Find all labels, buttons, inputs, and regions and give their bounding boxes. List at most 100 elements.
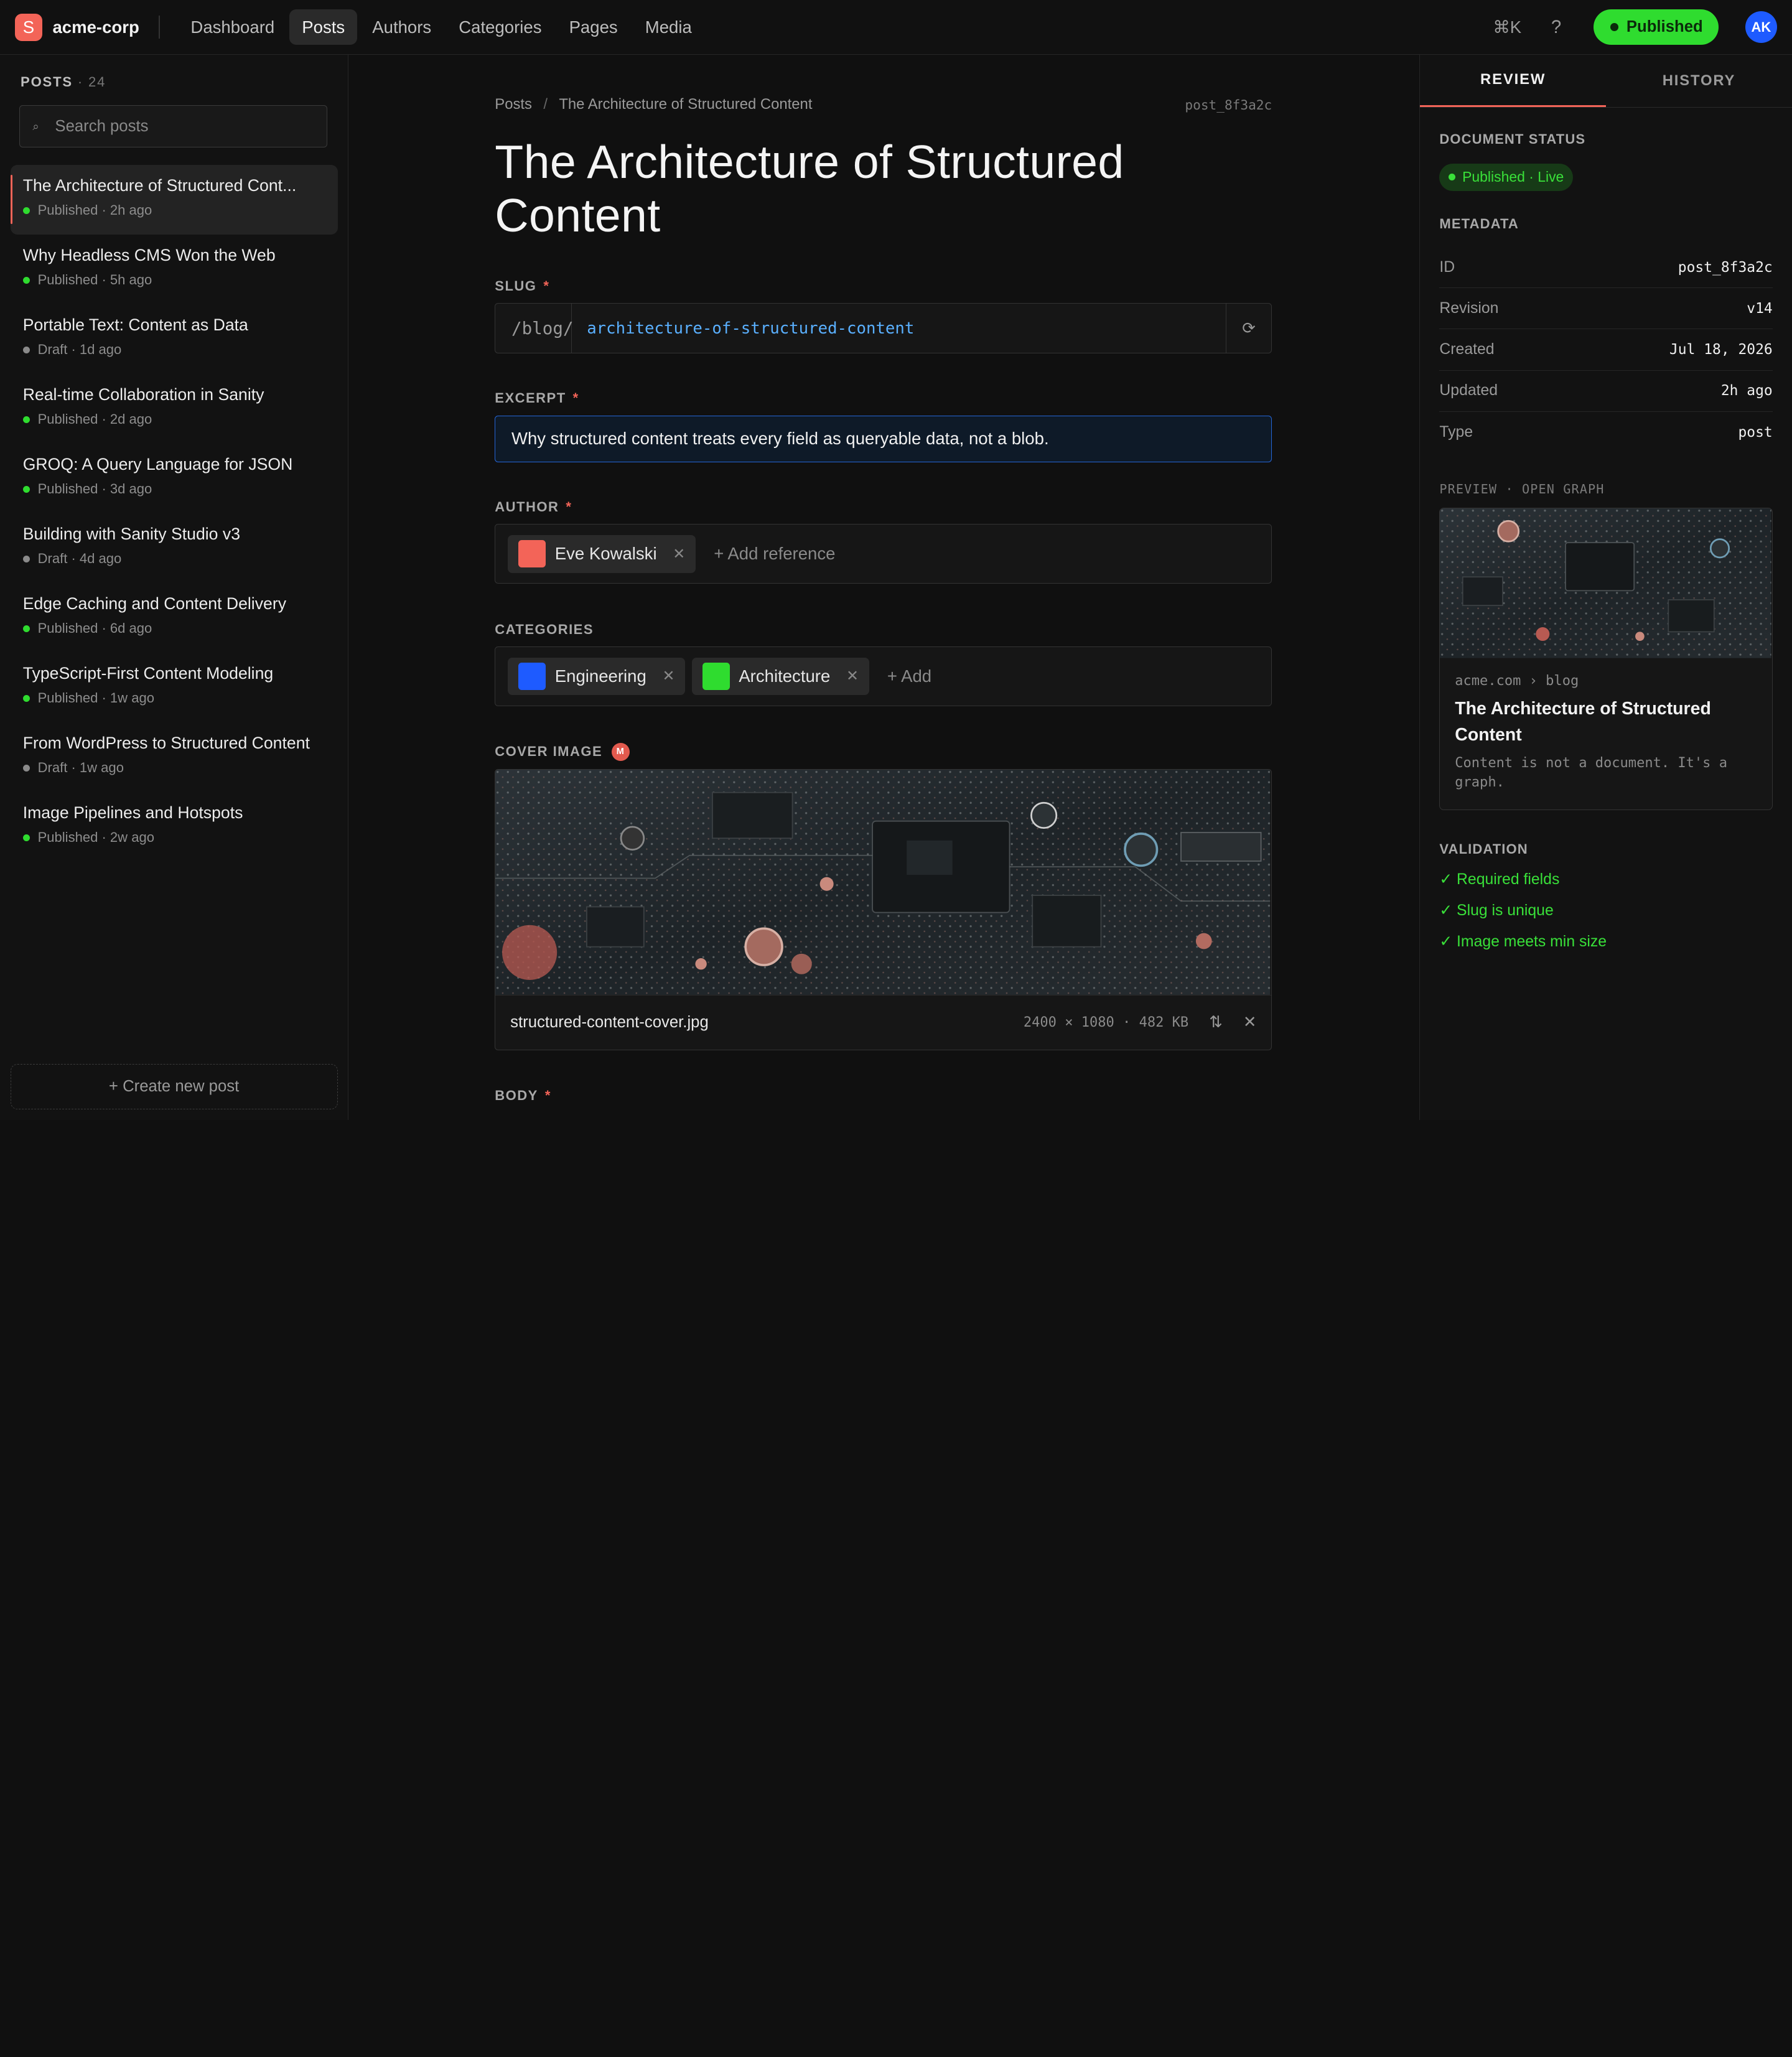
category-color-swatch [702, 662, 730, 691]
breadcrumb-current: The Architecture of Structured Content [559, 96, 813, 113]
slug-input[interactable]: architecture-of-structured-content [572, 304, 1225, 353]
validation-section: VALIDATION ✓ Required fields ✓ Slug is u… [1420, 841, 1792, 951]
author-chip[interactable]: Eve Kowalski ✕ [508, 534, 696, 573]
post-title: Why Headless CMS Won the Web [22, 246, 276, 265]
breadcrumb: Posts / The Architecture of Structured C… [495, 96, 1272, 113]
post-meta: Draft · 1w ago [22, 760, 327, 776]
categories-label-text: CATEGORIES [495, 621, 594, 637]
cover-image-label-text: COVER IMAGE [495, 744, 603, 760]
document-editor: Posts / The Architecture of Structured C… [348, 55, 1419, 1120]
add-category-button[interactable]: + Add [887, 666, 931, 686]
publish-status-dot [1610, 23, 1619, 31]
workspace-name[interactable]: acme-corp [52, 17, 139, 37]
search-input[interactable] [55, 117, 307, 136]
post-title: Edge Caching and Content Delivery [22, 594, 287, 613]
status-dot [22, 764, 30, 772]
list-item[interactable]: Image Pipelines and Hotspots Published ·… [11, 792, 338, 862]
post-title: Portable Text: Content as Data [22, 315, 248, 335]
nav-item-authors[interactable]: Authors [360, 9, 444, 45]
category-chip-architecture[interactable]: Architecture ✕ [692, 657, 869, 696]
status-dot [22, 207, 30, 214]
publish-button[interactable]: Published [1593, 9, 1719, 45]
remove-author-icon[interactable]: ✕ [673, 545, 685, 563]
nav-item-posts[interactable]: Posts [289, 9, 358, 45]
required-mark: * [543, 278, 550, 294]
post-meta: Draft · 4d ago [22, 551, 327, 567]
og-preview-card[interactable]: acme.com › blog The Architecture of Stru… [1439, 508, 1773, 811]
og-description: Content is not a document. It's a graph. [1455, 755, 1727, 791]
nav-item-media[interactable]: Media [633, 9, 704, 45]
metadata-key: Type [1439, 423, 1473, 441]
excerpt-input[interactable]: Why structured content treats every fiel… [495, 415, 1272, 462]
regenerate-slug-icon[interactable]: ⟳ [1225, 304, 1271, 353]
nav-item-pages[interactable]: Pages [556, 9, 630, 45]
post-title: The Architecture of Structured Cont... [22, 176, 297, 195]
author-label: AUTHOR * [495, 499, 1272, 515]
category-name: Engineering [554, 666, 646, 686]
category-chip-engineering[interactable]: Engineering ✕ [508, 657, 686, 696]
body-label-text: BODY [495, 1088, 538, 1104]
swap-image-icon[interactable]: ⇅ [1209, 1013, 1223, 1032]
status-dot [22, 346, 30, 353]
og-url: acme.com › blog [1455, 673, 1579, 689]
post-meta: Published · 2d ago [22, 411, 327, 427]
create-post-button[interactable]: + Create new post [10, 1063, 338, 1110]
posts-sidebar: POSTS · 24 ⌕ The Architecture of Structu… [0, 55, 349, 1120]
nav-item-dashboard[interactable]: Dashboard [178, 9, 287, 45]
post-meta: Published · 5h ago [22, 272, 327, 288]
required-mark: * [566, 498, 572, 515]
logo-icon[interactable]: S [14, 13, 42, 41]
status-badge-text: Published · Live [1462, 169, 1564, 185]
status-badge: Published · Live [1439, 163, 1574, 191]
preview-section: PREVIEW · OPEN GRAPH acme.com › blog The… [1420, 482, 1792, 811]
slug-label: SLUG * [495, 278, 1272, 294]
remove-image-icon[interactable]: ✕ [1243, 1013, 1257, 1032]
command-palette-shortcut[interactable]: ⌘K [1493, 17, 1521, 37]
cover-image-footer: structured-content-cover.jpg 2400 × 1080… [495, 994, 1272, 1050]
list-item[interactable]: From WordPress to Structured Content Dra… [11, 722, 338, 792]
list-item[interactable]: TypeScript-First Content Modeling Publis… [11, 653, 338, 722]
help-icon[interactable]: ? [1551, 17, 1561, 38]
slug-prefix: /blog/ [495, 304, 574, 353]
post-title: TypeScript-First Content Modeling [22, 664, 274, 683]
remove-category-icon[interactable]: ✕ [846, 667, 859, 685]
list-item[interactable]: Building with Sanity Studio v3 Draft · 4… [11, 513, 338, 583]
author-avatar [518, 540, 546, 568]
list-item[interactable]: Why Headless CMS Won the Web Published ·… [11, 235, 338, 304]
post-meta: Published · 6d ago [22, 620, 327, 637]
post-meta: Published · 1w ago [22, 690, 327, 706]
breadcrumb-posts[interactable]: Posts [495, 96, 532, 113]
sidebar-heading-label: POSTS [21, 74, 73, 90]
slug-field: /blog/ architecture-of-structured-conten… [495, 303, 1272, 354]
metadata-key: Created [1439, 341, 1495, 358]
cover-filename: structured-content-cover.jpg [510, 1013, 709, 1031]
list-item[interactable]: Real-time Collaboration in Sanity Publis… [11, 374, 338, 444]
post-count: · 24 [77, 74, 106, 90]
remove-category-icon[interactable]: ✕ [663, 667, 675, 685]
metadata-value: post [1738, 424, 1773, 441]
category-name: Architecture [739, 666, 831, 686]
list-item[interactable]: Edge Caching and Content Delivery Publis… [11, 583, 338, 653]
body-label: BODY * [495, 1088, 1272, 1104]
page-title[interactable]: The Architecture of Structured Content [495, 135, 1272, 243]
status-dot [22, 694, 30, 702]
tab-review[interactable]: REVIEW [1420, 55, 1607, 107]
post-title: Image Pipelines and Hotspots [22, 803, 243, 823]
category-color-swatch [518, 662, 546, 691]
list-item[interactable]: Portable Text: Content as Data Draft · 1… [11, 304, 338, 374]
inspector-panel: REVIEW HISTORY DOCUMENT STATUS Published… [1419, 55, 1792, 1120]
add-reference-button[interactable]: + Add reference [714, 544, 835, 564]
editor-column: Posts / The Architecture of Structured C… [495, 55, 1272, 1104]
nav-item-categories[interactable]: Categories [446, 9, 554, 45]
user-avatar[interactable]: AK [1745, 11, 1778, 44]
validation-item: ✓ Required fields [1439, 871, 1560, 888]
tab-history[interactable]: HISTORY [1606, 55, 1792, 106]
og-title: The Architecture of Structured Content [1455, 698, 1711, 745]
list-item[interactable]: The Architecture of Structured Cont... P… [10, 164, 338, 235]
list-item[interactable]: GROQ: A Query Language for JSON Publishe… [11, 444, 338, 513]
document-id: post_8f3a2c [1185, 96, 1272, 113]
cover-image[interactable] [495, 769, 1271, 995]
search-box[interactable]: ⌕ [19, 105, 328, 148]
status-section: DOCUMENT STATUS Published · Live [1420, 131, 1792, 191]
post-meta: Published · 2h ago [22, 202, 327, 218]
